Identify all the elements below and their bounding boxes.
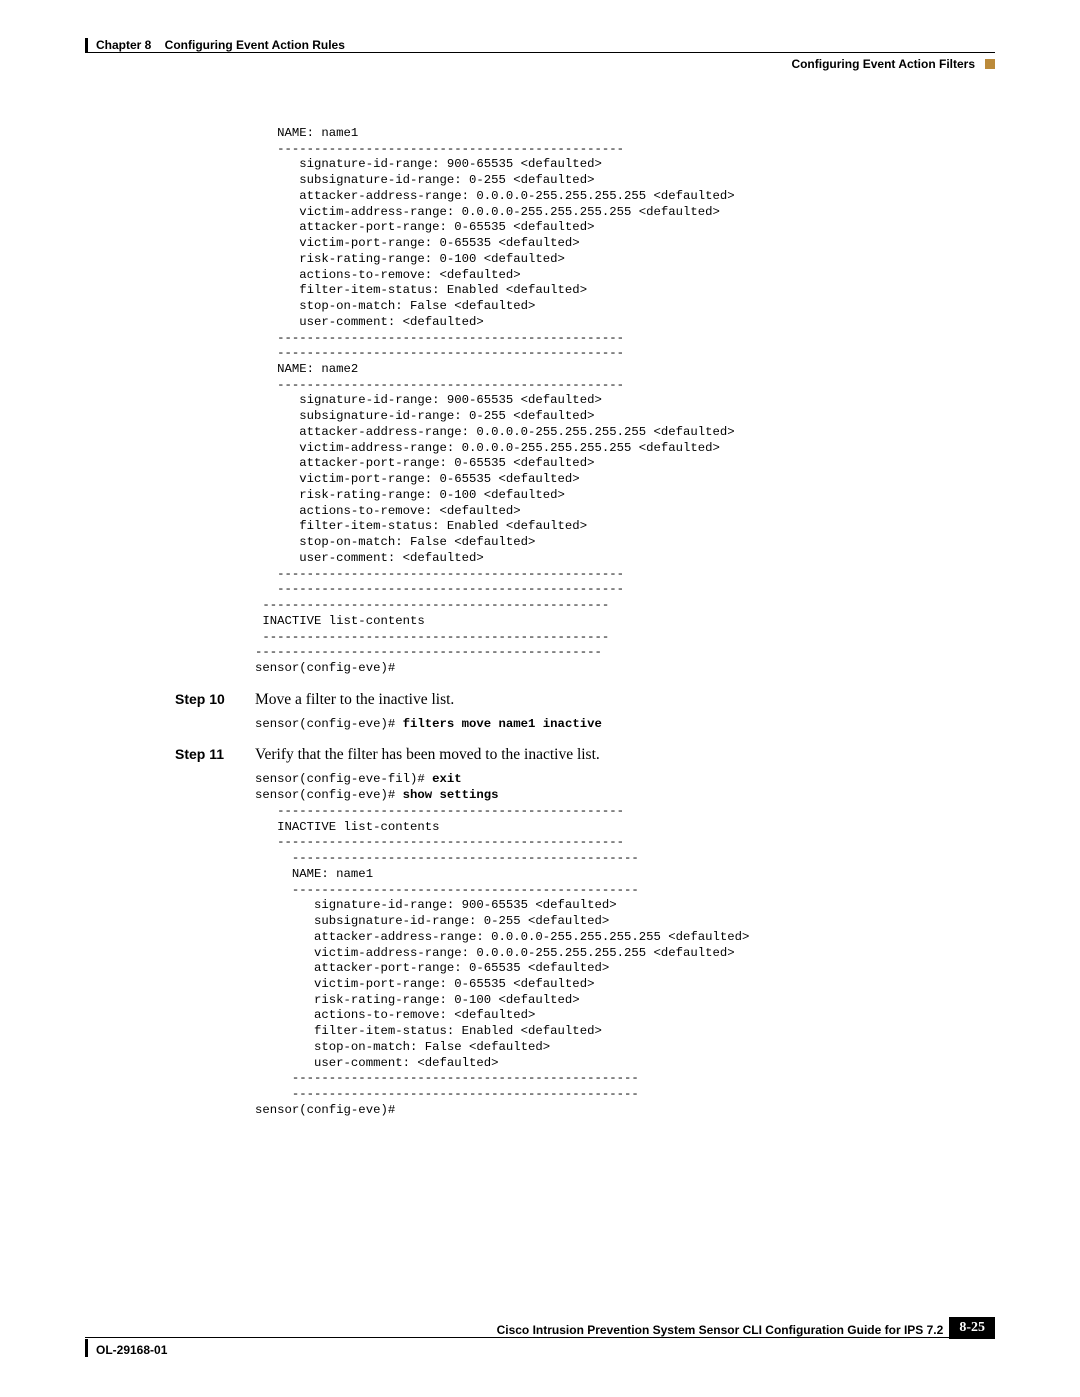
code-output: ----------------------------------------…: [255, 804, 749, 1117]
step-text: Move a filter to the inactive list.: [255, 691, 454, 709]
header-section: Configuring Event Action Filters: [791, 57, 975, 71]
code-prompt: sensor(config-eve-fil)#: [255, 772, 432, 786]
code-output-block-1: NAME: name1 ----------------------------…: [255, 126, 995, 677]
code-step-11: sensor(config-eve-fil)# exit sensor(conf…: [255, 772, 995, 1118]
step-11: Step 11 Verify that the filter has been …: [175, 746, 995, 764]
page-footer: Cisco Intrusion Prevention System Sensor…: [85, 1317, 995, 1357]
page-content: NAME: name1 ----------------------------…: [85, 126, 995, 1119]
code-prompt: sensor(config-eve)#: [255, 717, 403, 731]
code-command: exit: [432, 772, 462, 786]
page-header: Chapter 8 Configuring Event Action Rules…: [85, 38, 995, 71]
footer-guide-title: Cisco Intrusion Prevention System Sensor…: [85, 1323, 949, 1337]
footer-ol-number: OL-29168-01: [85, 1339, 167, 1357]
code-step-10: sensor(config-eve)# filters move name1 i…: [255, 717, 995, 733]
code-command: show settings: [403, 788, 499, 802]
step-text: Verify that the filter has been moved to…: [255, 746, 600, 764]
code-command: filters move name1 inactive: [403, 717, 602, 731]
page-number: 8-25: [949, 1317, 995, 1339]
step-10: Step 10 Move a filter to the inactive li…: [175, 691, 995, 709]
code-prompt: sensor(config-eve)#: [255, 788, 403, 802]
header-marker-icon: [985, 59, 995, 69]
header-chapter: Chapter 8 Configuring Event Action Rules: [85, 38, 345, 52]
step-label: Step 10: [175, 691, 255, 709]
step-label: Step 11: [175, 746, 255, 764]
